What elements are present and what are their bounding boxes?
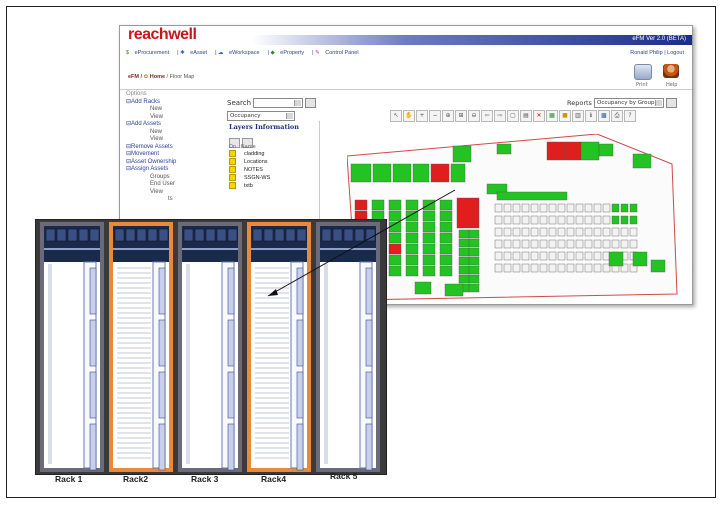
connector-arrow (267, 189, 456, 297)
